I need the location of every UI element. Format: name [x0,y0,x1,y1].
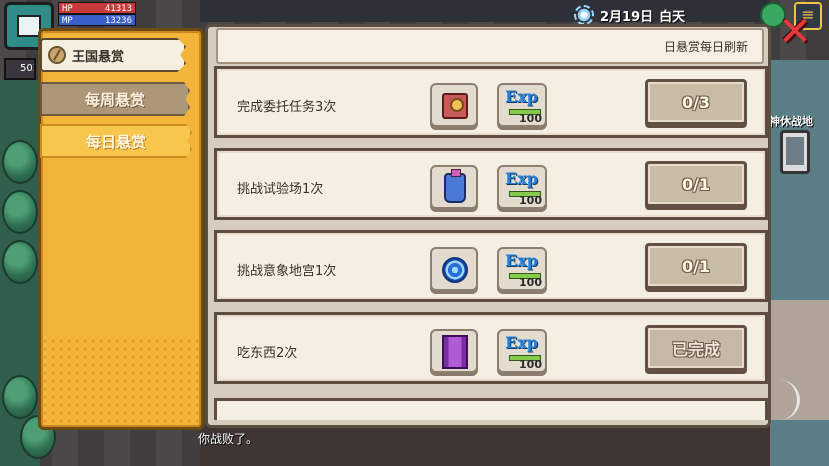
quest-completed-button[interactable]: 已完成 [645,325,747,371]
reward-item-slot[interactable] [430,247,478,291]
time-of-day-text: 白天 [659,9,686,25]
tree [2,190,38,234]
tab-weekly-label: 每周悬赏 [84,90,145,109]
exp-icon: Exp [505,87,538,106]
quest-row: 挑战意象地宫1次 Exp 100 0/1 [214,230,768,302]
tree [2,140,38,184]
task-scroll-icon [442,93,468,119]
date-text: 2月19日 [600,9,654,25]
exp-reward-slot[interactable]: Exp 100 [497,247,547,291]
tab-weekly-bounty[interactable]: 每周悬赏 [40,82,190,116]
exp-amount: 100 [519,358,542,371]
tab-kingdom-bounty[interactable]: 王国悬赏 [40,38,186,72]
refresh-note: 日悬赏每日刷新 [663,40,748,54]
quest-row: 吃东西2次 Exp 100 已完成 [214,312,768,384]
battle-log-text: 你战败了。 [198,432,259,446]
date-display: 2月19日 白天 [574,4,685,26]
quest-row-partial [214,398,768,420]
reward-item-slot[interactable] [430,83,478,127]
portal-icon [442,257,468,283]
sun-icon [574,5,594,25]
potion-icon [444,169,466,203]
quest-row: 完成委托任务3次 Exp 100 0/3 [214,66,768,138]
reward-item-slot[interactable] [430,329,478,373]
exp-icon: Exp [505,333,538,352]
exp-icon: Exp [505,169,538,188]
quest-row: 挑战试验场1次 Exp 100 0/1 [214,148,768,220]
tab-daily-bounty[interactable]: 每日悬赏 [40,124,192,158]
area-label: 神休战地 [769,115,813,128]
mp-label: MP [62,16,73,26]
panel-pattern [41,337,201,427]
food-icon [442,335,468,369]
quest-progress-button[interactable]: 0/1 [645,243,747,289]
exp-amount: 100 [519,276,542,289]
quest-name: 吃东西2次 [237,346,298,361]
tree [2,375,38,419]
exp-reward-slot[interactable]: Exp 100 [497,83,547,127]
tree [2,240,38,284]
quest-progress-button[interactable]: 0/3 [645,79,747,125]
hp-bar: HP 41313 [58,2,136,14]
level-badge: 503 [4,58,36,80]
tab-daily-label: 每日悬赏 [85,132,146,151]
quest-name: 挑战试验场1次 [237,182,324,197]
quest-progress-button[interactable]: 0/1 [645,161,747,207]
exp-amount: 100 [519,194,542,207]
quest-name: 完成委托任务3次 [237,100,337,115]
quest-name: 挑战意象地宫1次 [237,264,337,279]
coin-icon [48,46,66,64]
exp-amount: 100 [519,112,542,125]
exp-reward-slot[interactable]: Exp 100 [497,165,547,209]
mp-bar: MP 13236 [58,14,136,26]
exp-reward-slot[interactable]: Exp 100 [497,329,547,373]
close-button[interactable]: ✕ [776,12,814,52]
exp-icon: Exp [505,251,538,270]
reward-item-slot[interactable] [430,165,478,209]
floor-area [200,426,770,466]
quest-panel-header: 日悬赏每日刷新 [216,28,764,64]
phone-icon[interactable] [780,130,810,174]
mp-value: 13236 [104,16,132,26]
tab-kingdom-label: 王国悬赏 [72,49,125,65]
